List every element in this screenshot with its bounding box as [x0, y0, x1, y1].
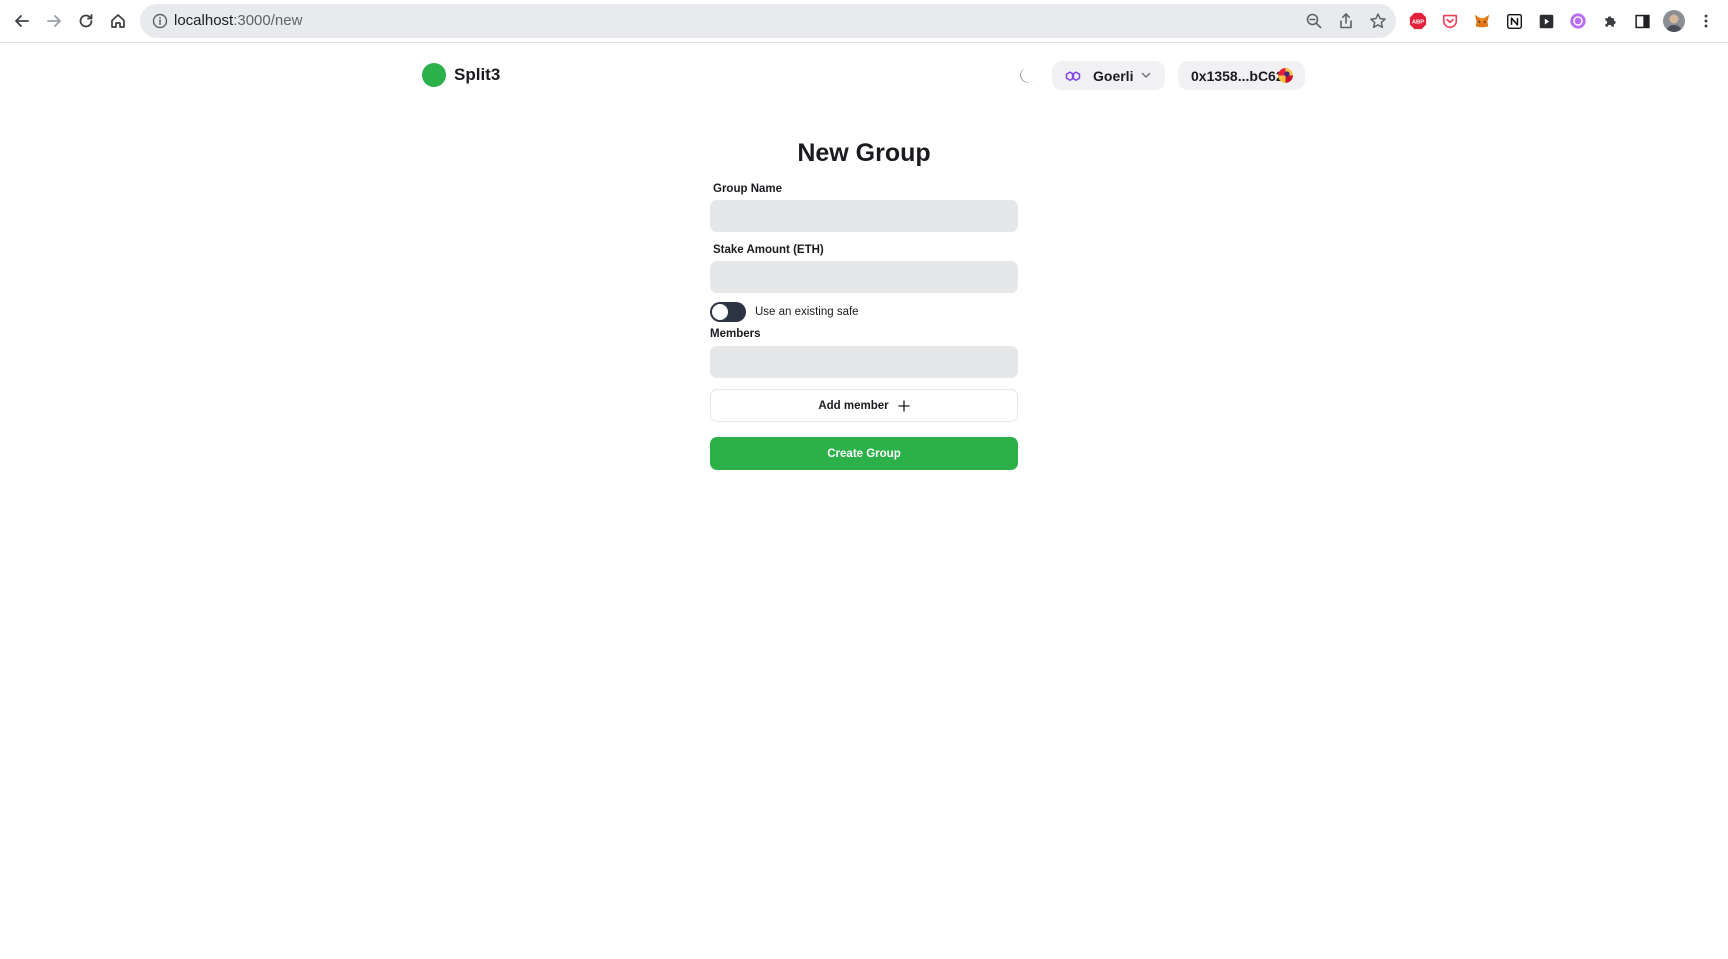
moon-icon[interactable] — [1018, 65, 1038, 85]
plus-icon — [897, 399, 910, 412]
existing-safe-label: Use an existing safe — [755, 306, 859, 318]
existing-safe-toggle[interactable] — [710, 302, 746, 322]
purple-extension-icon[interactable] — [1568, 11, 1588, 31]
reload-button[interactable] — [70, 5, 102, 37]
address-bar[interactable]: localhost:3000/new — [140, 4, 1396, 38]
network-name: Goerli — [1093, 68, 1134, 84]
puzzle-icon[interactable] — [1600, 11, 1620, 31]
create-group-button[interactable]: Create Group — [710, 437, 1018, 470]
adblock-plus-icon[interactable]: ABP — [1408, 11, 1428, 31]
page-title: New Group — [797, 139, 931, 167]
bookmark-star-icon[interactable] — [1369, 12, 1387, 30]
pocket-icon[interactable] — [1440, 11, 1460, 31]
polygon-icon — [1065, 71, 1081, 81]
account-address: 0x1358...bC62 — [1191, 68, 1284, 84]
screen-capture-icon[interactable] — [1536, 11, 1556, 31]
notion-icon[interactable] — [1504, 11, 1524, 31]
url-text: localhost:3000/new — [174, 13, 302, 29]
browser-toolbar: localhost:3000/new ABP — [0, 0, 1728, 43]
url-path: :3000/new — [233, 12, 303, 29]
site-info-icon[interactable] — [152, 13, 168, 29]
toggle-knob — [712, 304, 728, 320]
stake-amount-label: Stake Amount (ETH) — [713, 244, 824, 256]
more-icon[interactable] — [1696, 11, 1716, 31]
add-member-label: Add member — [818, 399, 889, 412]
forward-button[interactable] — [38, 5, 70, 37]
metamask-icon[interactable] — [1472, 11, 1492, 31]
group-name-label: Group Name — [713, 183, 783, 195]
network-selector-button[interactable]: Goerli — [1052, 61, 1165, 90]
chevron-down-icon — [1141, 72, 1151, 78]
back-arrow-icon — [15, 15, 29, 27]
back-button[interactable] — [6, 5, 38, 37]
home-button[interactable] — [102, 5, 134, 37]
stake-amount-input[interactable] — [710, 261, 1018, 293]
account-avatar-icon — [1278, 68, 1293, 83]
app-name[interactable]: Split3 — [454, 64, 500, 86]
logo-icon — [422, 63, 446, 87]
share-icon[interactable] — [1337, 12, 1355, 30]
create-group-label: Create Group — [827, 447, 901, 460]
svg-text:ABP: ABP — [1412, 20, 1424, 26]
profile-avatar[interactable] — [1663, 10, 1685, 32]
add-member-button[interactable]: Add member — [710, 389, 1018, 422]
url-host: localhost — [174, 12, 234, 29]
forward-arrow-icon — [47, 15, 61, 27]
zoom-icon[interactable] — [1305, 12, 1323, 30]
members-label: Members — [710, 328, 761, 340]
member-address-input[interactable] — [710, 346, 1018, 378]
reload-icon — [79, 14, 93, 28]
account-button[interactable]: 0x1358...bC62 — [1178, 61, 1305, 90]
sidepanel-icon[interactable] — [1632, 11, 1652, 31]
group-name-input[interactable] — [710, 200, 1018, 232]
home-icon — [111, 14, 125, 28]
